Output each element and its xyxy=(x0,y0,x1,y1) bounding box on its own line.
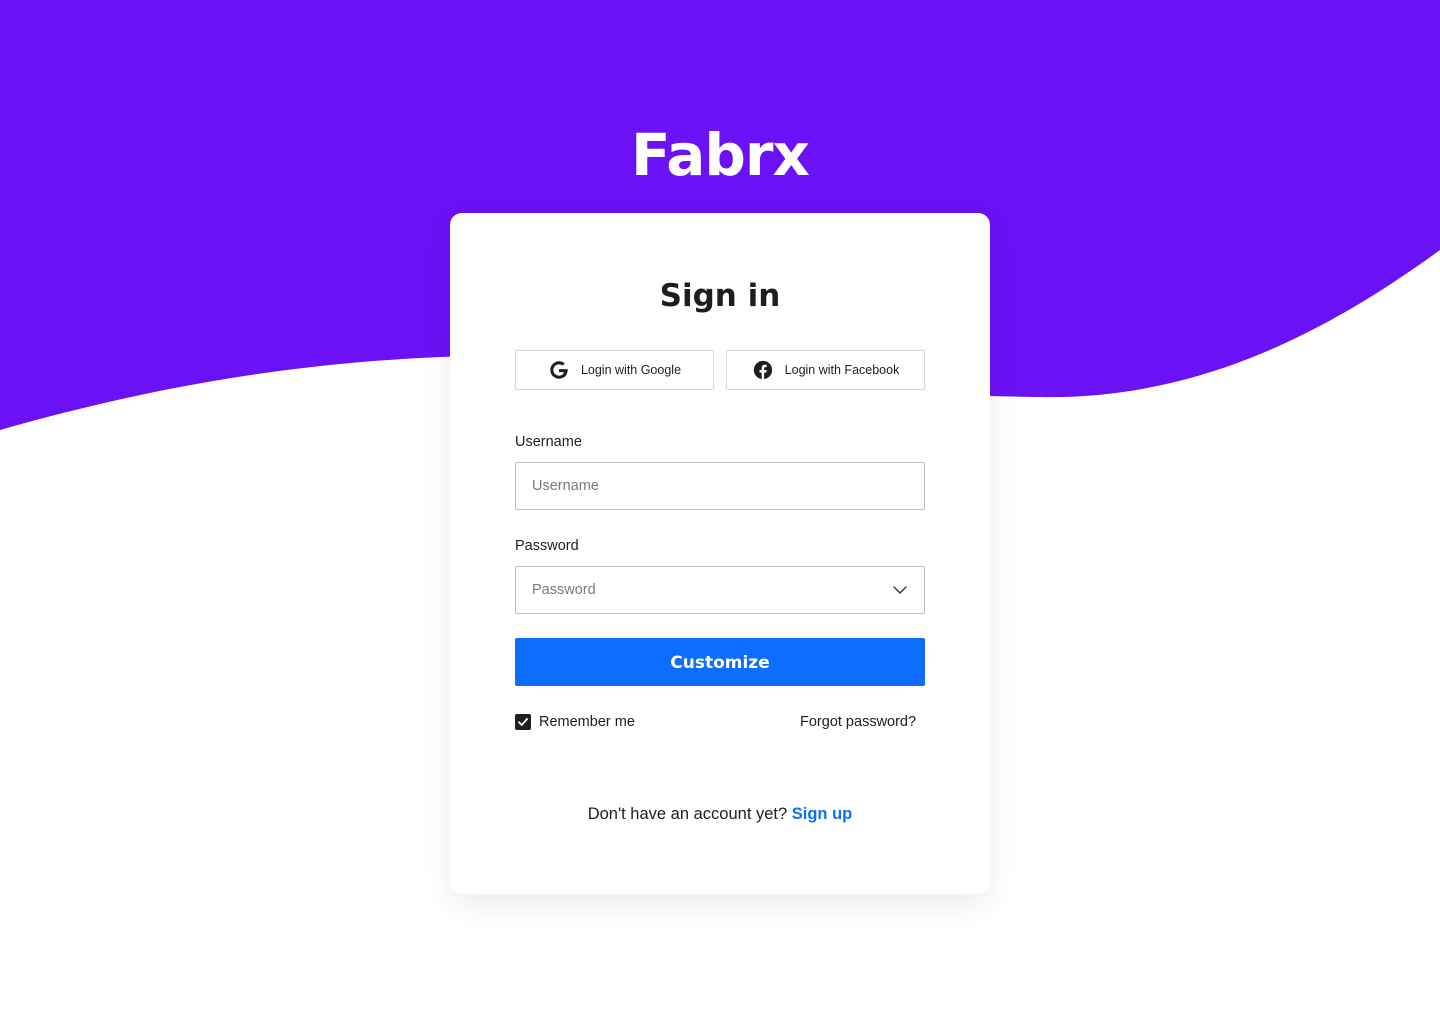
remember-me-toggle[interactable]: Remember me xyxy=(515,713,635,731)
forgot-password-link[interactable]: Forgot password? xyxy=(800,713,916,731)
login-facebook-button[interactable]: Login with Facebook xyxy=(726,350,925,390)
signup-prompt: Don't have an account yet? Sign up xyxy=(0,803,1440,825)
login-facebook-label: Login with Facebook xyxy=(784,363,900,377)
signup-link[interactable]: Sign up xyxy=(792,805,853,823)
customize-button[interactable]: Customize xyxy=(515,638,925,686)
username-label: Username xyxy=(515,434,582,450)
brand-logo: Fabrx xyxy=(631,121,810,189)
username-field-wrapper xyxy=(515,462,925,510)
remember-me-checkbox[interactable] xyxy=(515,714,531,730)
username-input[interactable] xyxy=(516,463,924,509)
page-title: Sign in xyxy=(659,278,781,314)
facebook-icon xyxy=(752,359,774,381)
remember-me-label: Remember me xyxy=(539,714,635,730)
password-field-wrapper xyxy=(515,566,925,614)
check-icon xyxy=(518,718,528,726)
login-google-label: Login with Google xyxy=(580,363,682,377)
password-input[interactable] xyxy=(516,567,924,613)
login-page: Fabrx Sign in Login with Google Login wi… xyxy=(0,0,1440,1024)
google-icon xyxy=(548,359,570,381)
login-google-button[interactable]: Login with Google xyxy=(515,350,714,390)
chevron-down-icon[interactable] xyxy=(892,582,908,598)
password-label: Password xyxy=(515,538,579,554)
signup-prompt-text: Don't have an account yet? xyxy=(587,805,788,823)
